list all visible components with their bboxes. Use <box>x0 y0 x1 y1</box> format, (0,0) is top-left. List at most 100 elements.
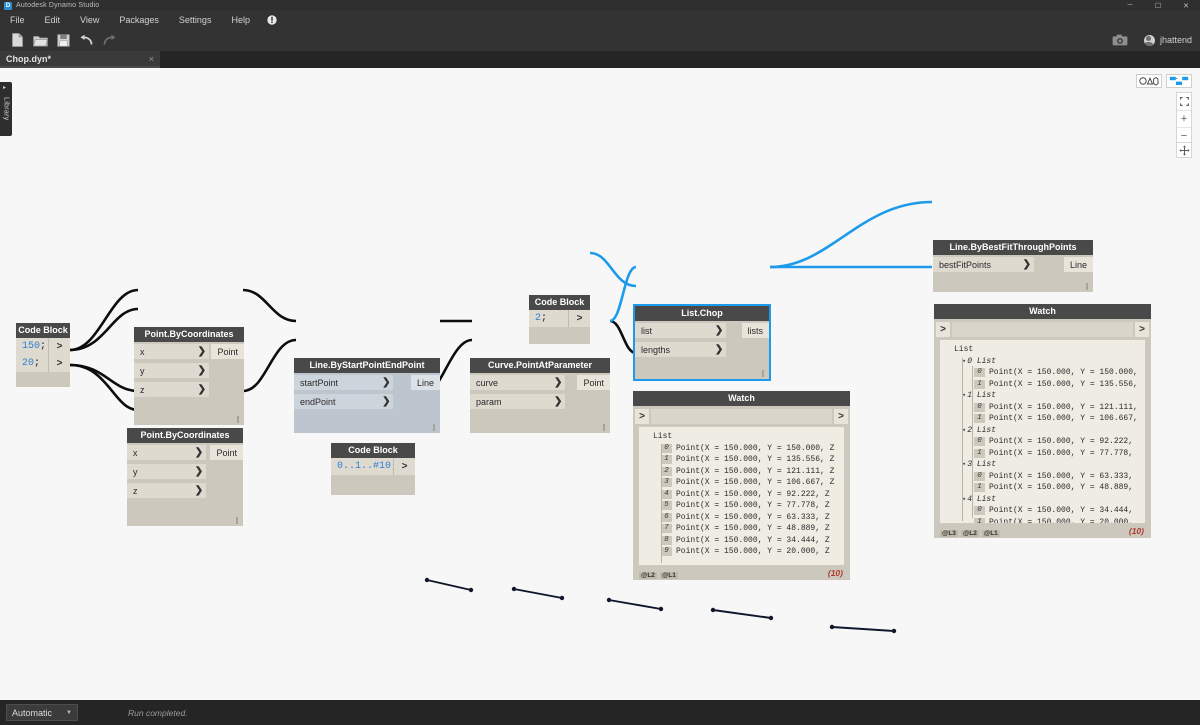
pan-button[interactable] <box>1176 142 1192 158</box>
node-line-by-best-fit-through-points[interactable]: Line.ByBestFitThroughPoints bestFitPoint… <box>933 240 1093 292</box>
level-badge[interactable]: @L1 <box>982 530 1000 537</box>
library-panel-tab[interactable]: ▸ Library <box>0 82 12 136</box>
output-port-line[interactable]: Line <box>1064 257 1093 272</box>
level-badge[interactable]: @L3 <box>940 530 958 537</box>
level-badges[interactable]: @L2@L1 <box>639 564 681 582</box>
graph-view-icon[interactable] <box>1166 74 1192 88</box>
node-line-by-start-point-end-point[interactable]: Line.ByStartPointEndPoint startPoint ❯ L… <box>294 358 440 433</box>
node-body[interactable]: bestFitPoints ❯ Line <box>933 255 1093 292</box>
input-port-endpoint[interactable]: endPoint ❯ <box>294 392 440 411</box>
alert-circle-icon[interactable] <box>266 14 278 26</box>
node-point-by-coordinates-1[interactable]: Point.ByCoordinates x ❯ Point y ❯ z ❯ <box>134 327 244 425</box>
output-port-chevron[interactable]: > <box>48 355 70 372</box>
menu-edit[interactable]: Edit <box>35 11 71 29</box>
menu-file[interactable]: File <box>0 11 35 29</box>
output-port-point[interactable]: Point <box>211 344 244 359</box>
node-body[interactable]: startPoint ❯ Line endPoint ❯ <box>294 373 440 433</box>
level-badge[interactable]: @L2 <box>639 572 657 579</box>
node-body[interactable]: x ❯ Point y ❯ z ❯ <box>134 342 244 425</box>
open-folder-icon[interactable] <box>29 30 52 50</box>
input-port-list[interactable]: list ❯ lists <box>635 321 769 340</box>
node-watch-flat[interactable]: Watch > > List 0Point(X = 150.000, Y = 1… <box>633 391 850 580</box>
input-port-y[interactable]: y ❯ <box>127 462 243 481</box>
camera-icon[interactable] <box>1109 30 1132 50</box>
output-port-chevron[interactable]: > <box>568 310 590 327</box>
geometry-view-icon[interactable] <box>1136 74 1162 88</box>
watch-group-header[interactable]: ▾4 List <box>940 494 1145 506</box>
lacing-indicator[interactable] <box>237 416 239 423</box>
input-port-startpoint[interactable]: startPoint ❯ Line <box>294 373 440 392</box>
lacing-indicator[interactable] <box>603 424 605 431</box>
node-code-block-param[interactable]: Code Block 0..1..#10; > <box>331 443 415 495</box>
node-list-chop[interactable]: List.Chop list ❯ lists lengths ❯ <box>635 306 769 379</box>
output-port-lists[interactable]: lists <box>742 323 770 338</box>
watch-group-header[interactable]: ▾3 List <box>940 459 1145 471</box>
node-body[interactable]: > > List ▾0 List0Point(X = 150.000, Y = … <box>934 319 1151 538</box>
output-port-chevron[interactable]: > <box>48 338 70 355</box>
file-tab-chop[interactable]: Chop.dyn* × <box>0 51 160 68</box>
output-port-line[interactable]: Line <box>411 375 440 390</box>
code-line[interactable]: 2; > <box>529 310 590 327</box>
user-account[interactable]: jhattend <box>1144 35 1192 46</box>
maximize-button[interactable]: ☐ <box>1144 0 1172 11</box>
watch-group-header[interactable]: ▾2 List <box>940 425 1145 437</box>
output-port[interactable]: > <box>834 409 848 424</box>
zoom-fit-button[interactable] <box>1177 93 1191 110</box>
level-badge[interactable]: @L2 <box>961 530 979 537</box>
menu-help[interactable]: Help <box>221 11 260 29</box>
watch-group-header[interactable]: ▾1 List <box>940 390 1145 402</box>
level-badges[interactable]: @L3@L2@L1 <box>940 522 1003 540</box>
input-port[interactable]: > <box>635 409 649 424</box>
lacing-indicator[interactable] <box>762 370 764 377</box>
node-point-by-coordinates-2[interactable]: Point.ByCoordinates x ❯ Point y ❯ z ❯ <box>127 428 243 526</box>
code-block-body[interactable]: 150; > 20; > <box>16 338 70 387</box>
input-port-bestfitpoints[interactable]: bestFitPoints ❯ Line <box>933 255 1093 274</box>
input-port[interactable]: > <box>936 322 950 337</box>
watch-content-flat[interactable]: List 0Point(X = 150.000, Y = 150.000, Z1… <box>638 426 845 566</box>
menu-packages[interactable]: Packages <box>109 11 169 29</box>
minimize-button[interactable]: ─ <box>1116 0 1144 11</box>
code-block-body[interactable]: 0..1..#10; > <box>331 458 415 495</box>
input-port-y[interactable]: y ❯ <box>134 361 244 380</box>
menu-view[interactable]: View <box>70 11 109 29</box>
zoom-in-button[interactable]: + <box>1177 110 1191 127</box>
node-body[interactable]: list ❯ lists lengths ❯ <box>635 321 769 379</box>
close-button[interactable]: ✕ <box>1172 0 1200 11</box>
node-watch-nested[interactable]: Watch > > List ▾0 List0Point(X = 150.000… <box>934 304 1151 538</box>
output-port-point[interactable]: Point <box>210 445 243 460</box>
node-curve-point-at-parameter[interactable]: Curve.PointAtParameter curve ❯ Point par… <box>470 358 610 433</box>
output-port[interactable]: > <box>1135 322 1149 337</box>
node-code-block-chop[interactable]: Code Block 2; > <box>529 295 590 344</box>
close-icon[interactable]: × <box>149 54 154 64</box>
node-body[interactable]: > > List 0Point(X = 150.000, Y = 150.000… <box>633 406 850 580</box>
input-port-z[interactable]: z ❯ <box>134 380 244 399</box>
input-port-x[interactable]: x ❯ Point <box>127 443 243 462</box>
new-file-icon[interactable] <box>6 30 29 50</box>
lacing-indicator[interactable] <box>1086 283 1088 290</box>
input-port-param[interactable]: param ❯ <box>470 392 610 411</box>
undo-icon[interactable] <box>75 30 98 50</box>
graph-canvas[interactable]: ▸ Library <box>0 68 1200 700</box>
run-mode-dropdown[interactable]: Automatic ▼ <box>6 704 78 721</box>
code-line[interactable]: 0..1..#10; > <box>331 458 415 475</box>
node-code-block-1[interactable]: Code Block 150; > 20; > <box>16 323 70 387</box>
lacing-indicator[interactable] <box>236 517 238 524</box>
input-port-x[interactable]: x ❯ Point <box>134 342 244 361</box>
code-block-body[interactable]: 2; > <box>529 310 590 344</box>
menu-settings[interactable]: Settings <box>169 11 222 29</box>
input-port-lengths[interactable]: lengths ❯ <box>635 340 769 359</box>
code-line[interactable]: 150; > <box>16 338 70 355</box>
port-chevron-icon: ❯ <box>192 464 206 479</box>
watch-content-nested[interactable]: List ▾0 List0Point(X = 150.000, Y = 150.… <box>939 339 1146 524</box>
level-badge[interactable]: @L1 <box>660 572 678 579</box>
lacing-indicator[interactable] <box>433 424 435 431</box>
watch-group-header[interactable]: ▾0 List <box>940 356 1145 368</box>
save-icon[interactable] <box>52 30 75 50</box>
code-line[interactable]: 20; > <box>16 355 70 372</box>
input-port-curve[interactable]: curve ❯ Point <box>470 373 610 392</box>
output-port-chevron[interactable]: > <box>393 458 415 475</box>
node-body[interactable]: curve ❯ Point param ❯ <box>470 373 610 433</box>
output-port-point[interactable]: Point <box>577 375 610 390</box>
input-port-z[interactable]: z ❯ <box>127 481 243 500</box>
node-body[interactable]: x ❯ Point y ❯ z ❯ <box>127 443 243 526</box>
